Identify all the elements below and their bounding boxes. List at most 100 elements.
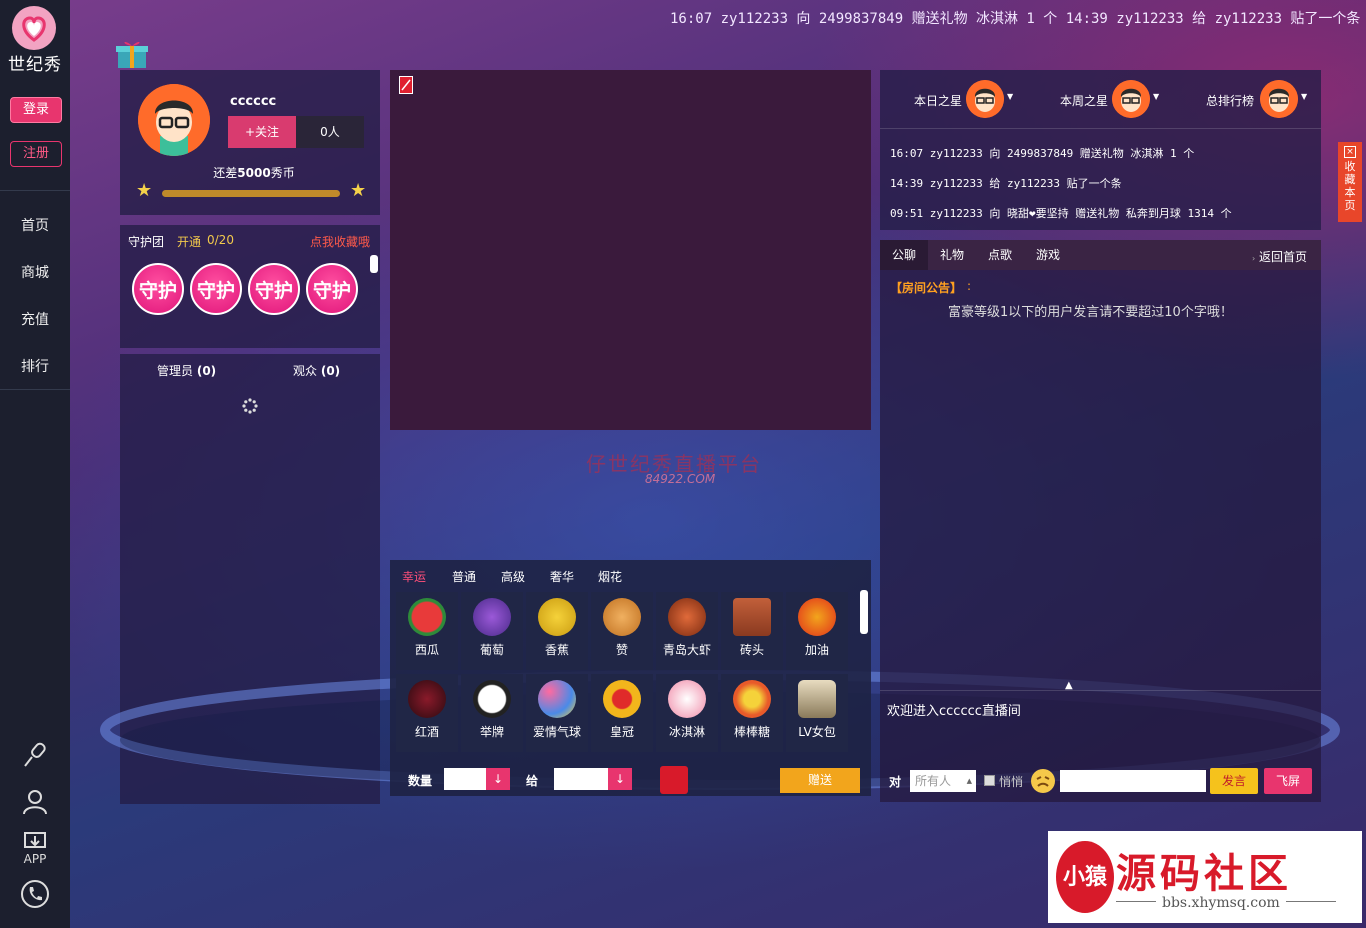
anchor-avatar[interactable]: [138, 84, 210, 156]
fist-cheer-icon: [798, 598, 836, 636]
gift-item-balloons[interactable]: 爱情气球: [526, 674, 588, 752]
gift-item-cheer[interactable]: 加油: [786, 592, 848, 670]
guard-slot[interactable]: 守护: [132, 263, 184, 315]
gift-item-sign[interactable]: 举牌: [461, 674, 523, 752]
source-community-logo: 小猿 源码社区 bbs.xhymsq.com: [1048, 831, 1362, 923]
guard-open-link[interactable]: 开通: [177, 233, 201, 250]
gift-log-entry: 09:51 zy112233 向 晓甜❤要坚持 赠送礼物 私奔到月球 1314 …: [890, 207, 1232, 220]
red-envelope-icon[interactable]: [660, 766, 688, 794]
video-player[interactable]: [390, 70, 871, 430]
gift-name: 皇冠: [609, 725, 634, 739]
gift-item-like[interactable]: 赞: [591, 592, 653, 670]
whisper-label: 悄悄: [999, 775, 1024, 789]
gift-tab-luxury[interactable]: 奢华: [550, 568, 574, 585]
rank-day-label[interactable]: 本日之星: [914, 92, 962, 109]
guard-panel: 守护团 开通 0/20 点我收藏哦 守护 守护 守护 守护: [120, 225, 380, 348]
audience-tab[interactable]: 观众 (0): [293, 362, 340, 379]
rank-week-label[interactable]: 本周之星: [1060, 92, 1108, 109]
download-app-icon[interactable]: [20, 830, 50, 854]
rank-total-label[interactable]: 总排行榜: [1206, 92, 1254, 109]
close-icon[interactable]: ×: [1344, 146, 1356, 158]
gift-item-banana[interactable]: 香蕉: [526, 592, 588, 670]
brick-icon: [733, 598, 771, 636]
gift-item-watermelon[interactable]: 西瓜: [396, 592, 458, 670]
ranking-panel: 本日之星 ▼ 本周之星 ▼ 总排行榜 ▼ 16:07 zy112233 向 24…: [880, 70, 1321, 230]
gift-name: 棒棒糖: [733, 725, 770, 739]
nav-item-shop[interactable]: 商城: [0, 262, 70, 282]
rank-day-avatar[interactable]: [966, 80, 1004, 118]
gift-item-lollipop[interactable]: 棒棒糖: [721, 674, 783, 752]
user-icon[interactable]: [20, 787, 50, 817]
chat-target-select[interactable]: 所有人 ▲: [910, 770, 976, 792]
guard-slot[interactable]: 守护: [248, 263, 300, 315]
login-button[interactable]: 登录: [10, 97, 62, 123]
guard-slot[interactable]: 守护: [306, 263, 358, 315]
send-message-button[interactable]: 发言: [1210, 768, 1258, 794]
gift-item-shrimp[interactable]: 青岛大虾: [656, 592, 718, 670]
gift-tab-fireworks[interactable]: 烟花: [598, 568, 622, 585]
chat-panel: 公聊 礼物 点歌 游戏 › 返回首页 【房间公告】 : 富豪等级1以下的用户发言…: [880, 240, 1321, 802]
emoji-icon[interactable]: [1030, 768, 1056, 794]
send-gift-button[interactable]: 赠送: [780, 768, 860, 793]
app-label[interactable]: APP: [0, 852, 70, 866]
guard-scrollbar[interactable]: [370, 255, 378, 273]
rank-week-avatar[interactable]: [1112, 80, 1150, 118]
gift-scrollbar[interactable]: [860, 590, 868, 634]
rank-total-avatar[interactable]: [1260, 80, 1298, 118]
footer-url: bbs.xhymsq.com: [1156, 895, 1286, 911]
bookmark-page-button[interactable]: × 收藏本页: [1338, 142, 1362, 222]
chat-message-input[interactable]: [1060, 770, 1206, 792]
back-home-link[interactable]: › 返回首页: [1252, 248, 1307, 265]
nav-item-ranking[interactable]: 排行: [0, 356, 70, 376]
gift-item-wine[interactable]: 红酒: [396, 674, 458, 752]
phone-icon[interactable]: [20, 879, 50, 909]
chat-tab-song[interactable]: 点歌: [976, 240, 1024, 270]
divider: [880, 690, 1321, 691]
gift-tab-advanced[interactable]: 高级: [501, 568, 525, 585]
chat-tab-public[interactable]: 公聊: [880, 240, 928, 270]
whisper-checkbox[interactable]: [984, 775, 995, 786]
gift-item-grape[interactable]: 葡萄: [461, 592, 523, 670]
nav-item-recharge[interactable]: 充值: [0, 309, 70, 329]
loading-spinner-icon: [242, 398, 258, 414]
welcome-message: 欢迎进入cccccc直播间: [887, 704, 1021, 719]
back-home-label: 返回首页: [1259, 250, 1308, 264]
chevron-down-icon[interactable]: ▼: [1301, 92, 1307, 101]
recipient-input[interactable]: [554, 768, 608, 790]
microphone-icon[interactable]: [20, 740, 50, 770]
gift-item-crown[interactable]: 皇冠: [591, 674, 653, 752]
follow-button[interactable]: +关注: [228, 116, 296, 148]
collect-link[interactable]: 点我收藏哦: [310, 233, 370, 250]
gift-tab-lucky[interactable]: 幸运: [402, 568, 426, 585]
gift-item-icecream[interactable]: 冰淇淋: [656, 674, 718, 752]
chat-tab-game[interactable]: 游戏: [1024, 240, 1072, 270]
avatar-face-icon: [1260, 80, 1298, 118]
chevron-down-icon[interactable]: ▼: [1007, 92, 1013, 101]
gift-name: 爱情气球: [532, 725, 581, 739]
chevron-up-icon[interactable]: ▲: [1065, 680, 1073, 691]
grape-icon: [473, 598, 511, 636]
recipient-dropdown-icon[interactable]: ↓: [608, 768, 632, 790]
gift-name: 冰淇淋: [668, 725, 705, 739]
guard-title: 守护团: [128, 235, 165, 249]
guard-slot[interactable]: 守护: [190, 263, 242, 315]
quantity-dropdown-icon[interactable]: ↓: [486, 768, 510, 790]
gift-item-lv-bag[interactable]: LV女包: [786, 674, 848, 752]
register-button[interactable]: 注册: [10, 141, 62, 167]
anchor-profile-card: cccccc +关注 0人 还差5000秀币 ★ ★: [120, 70, 380, 215]
chat-tab-gift[interactable]: 礼物: [928, 240, 976, 270]
level-progress-bar: [162, 190, 340, 197]
gift-item-brick[interactable]: 砖头: [721, 592, 783, 670]
broken-image-icon: [399, 76, 413, 94]
gift-box-icon[interactable]: [114, 36, 150, 70]
quantity-label: 数量: [408, 774, 433, 788]
gift-log-entry: 16:07 zy112233 向 2499837849 赠送礼物 冰淇淋 1 个: [890, 147, 1195, 160]
quantity-input[interactable]: [444, 768, 486, 790]
chat-target-value: 所有人: [915, 774, 952, 788]
fly-screen-button[interactable]: 飞屏: [1264, 768, 1312, 794]
gift-tab-normal[interactable]: 普通: [452, 568, 476, 585]
admins-tab[interactable]: 管理员 (0): [157, 362, 216, 379]
chevron-down-icon[interactable]: ▼: [1153, 92, 1159, 101]
nav-item-home[interactable]: 首页: [0, 215, 70, 235]
next-level-star-icon: ★: [350, 180, 367, 201]
